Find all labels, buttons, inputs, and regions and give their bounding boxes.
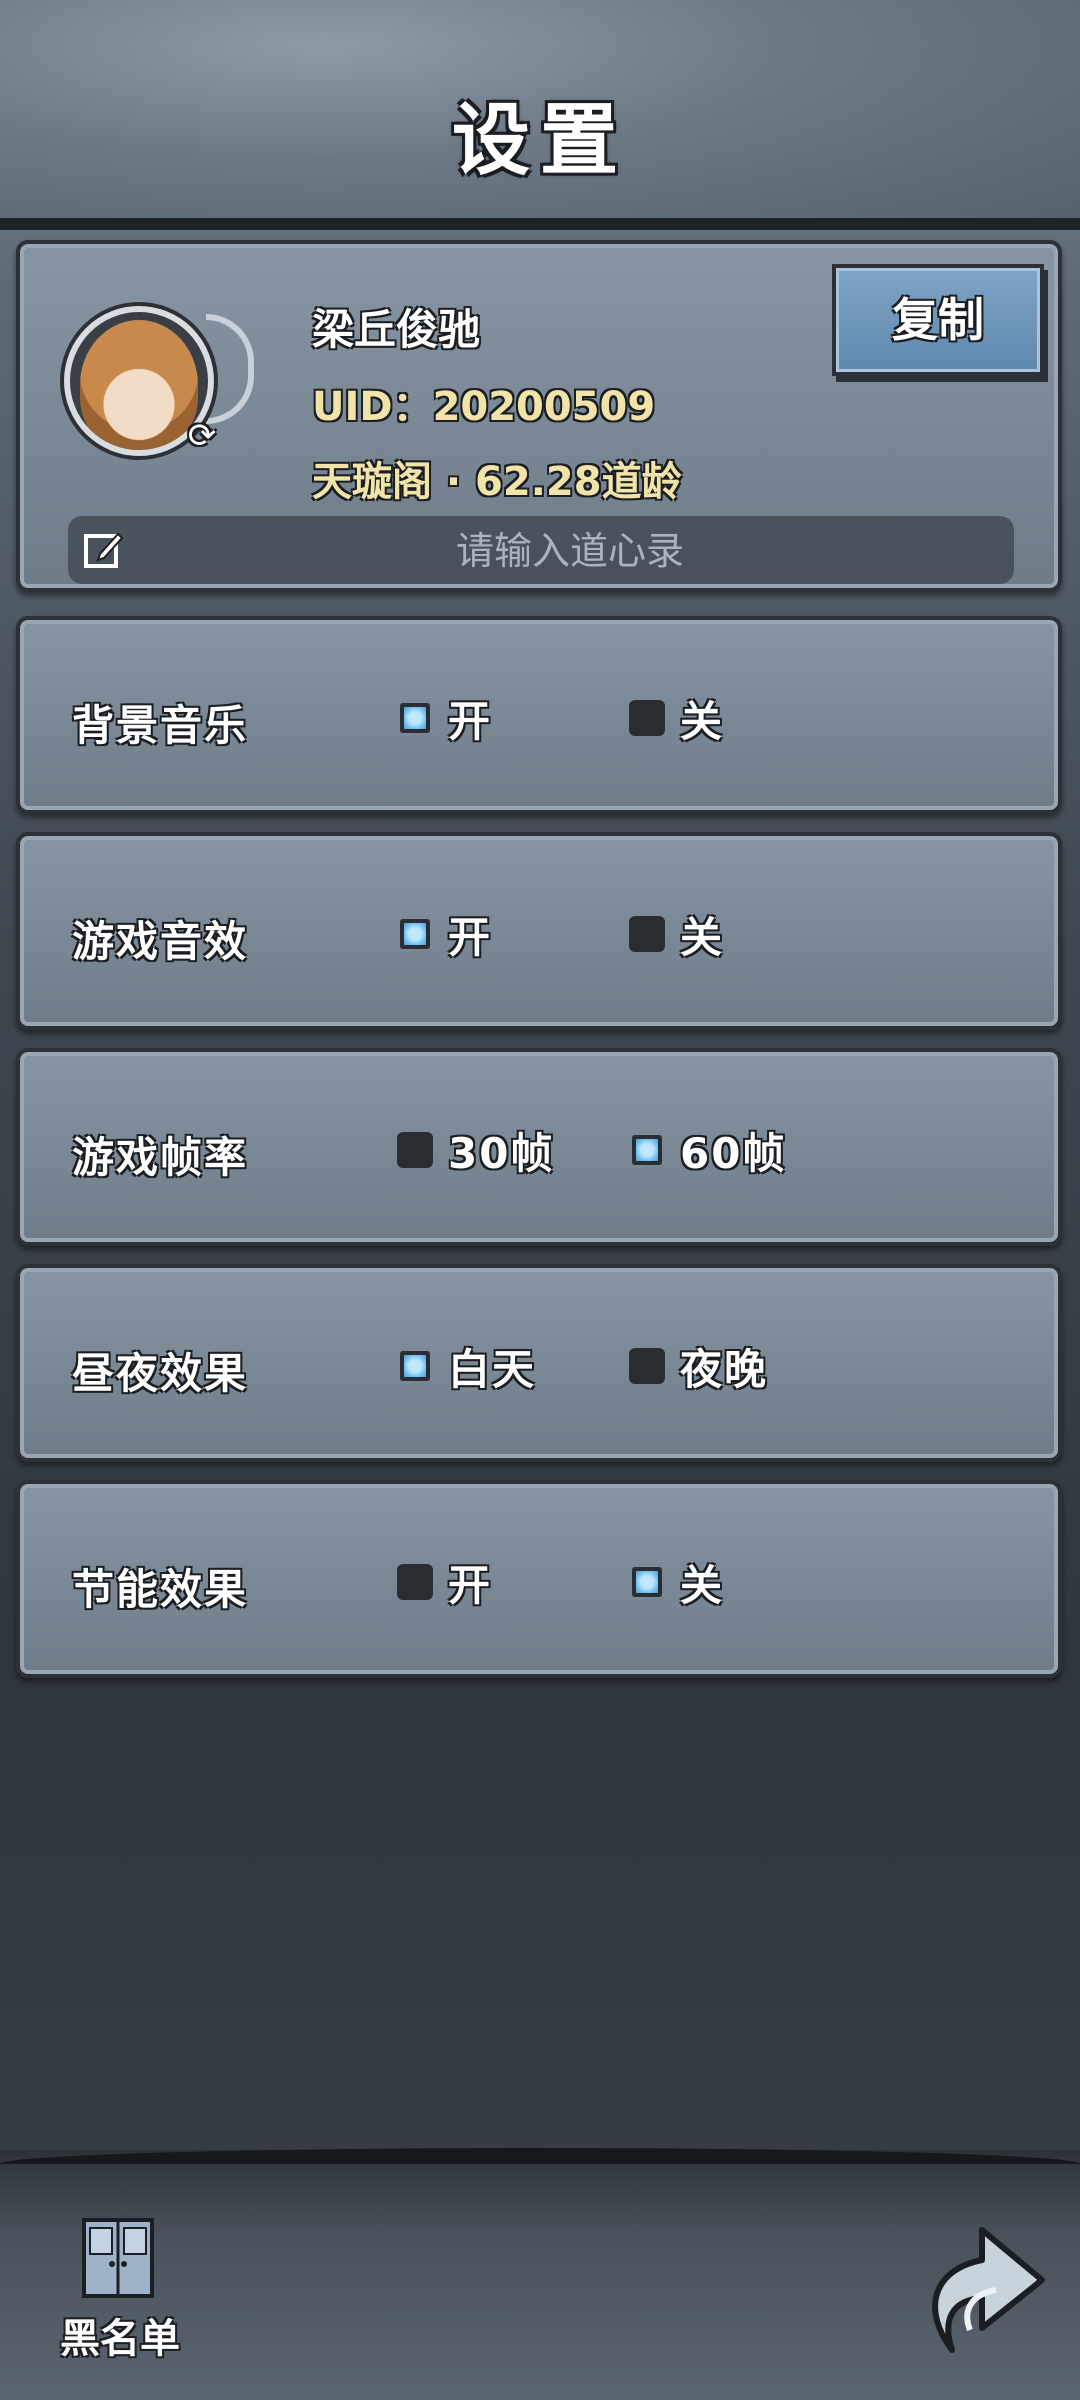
- checkbox-icon[interactable]: [400, 1567, 430, 1597]
- setting-label: 背景音乐: [72, 701, 249, 750]
- back-arrow-icon[interactable]: [912, 2210, 1052, 2360]
- player-sect-age: 天璇阁 · 62.28道龄: [312, 459, 682, 505]
- option-label: 关: [680, 1560, 725, 1610]
- bgm-option-on[interactable]: 开: [400, 686, 492, 750]
- powersave-option-on[interactable]: 开: [400, 1550, 492, 1614]
- checkbox-icon[interactable]: [632, 1351, 662, 1381]
- blacklist-button[interactable]: 黑名单: [40, 2210, 200, 2362]
- option-label: 30帧: [448, 1128, 555, 1178]
- blacklist-label: 黑名单: [60, 2316, 180, 2362]
- player-nickname: 梁丘俊驰: [312, 305, 481, 354]
- option-label: 夜晚: [680, 1344, 769, 1394]
- sfx-option-off[interactable]: 关: [632, 902, 724, 966]
- door-icon: [82, 2218, 154, 2298]
- profile-panel: ⟳ 梁丘俊驰 UID：20200509 天璇阁 · 62.28道龄 复制: [16, 240, 1062, 592]
- option-label: 关: [680, 696, 725, 746]
- daynight-option-day[interactable]: 白天: [400, 1334, 536, 1398]
- framerate-option-30[interactable]: 30帧: [400, 1118, 554, 1182]
- setting-row-framerate: 游戏帧率 30帧 60帧: [16, 1048, 1062, 1246]
- option-label: 60帧: [680, 1128, 787, 1178]
- framerate-option-60[interactable]: 60帧: [632, 1118, 786, 1182]
- player-uid: UID：20200509: [312, 384, 656, 430]
- setting-label: 游戏帧率: [72, 1133, 249, 1182]
- setting-label: 昼夜效果: [72, 1349, 249, 1398]
- motto-input[interactable]: [138, 516, 1002, 586]
- powersave-option-off[interactable]: 关: [632, 1550, 724, 1614]
- checkbox-icon[interactable]: [400, 1135, 430, 1165]
- option-label: 开: [448, 696, 493, 746]
- checkbox-icon[interactable]: [632, 703, 662, 733]
- edit-icon[interactable]: [82, 528, 126, 572]
- checkbox-icon[interactable]: [400, 1351, 430, 1381]
- copy-button[interactable]: 复制: [832, 264, 1044, 376]
- header-divider: [0, 218, 1080, 230]
- setting-row-bgm: 背景音乐 开 关: [16, 616, 1062, 814]
- option-label: 开: [448, 912, 493, 962]
- checkbox-icon[interactable]: [632, 1135, 662, 1165]
- bgm-option-off[interactable]: 关: [632, 686, 724, 750]
- daynight-option-night[interactable]: 夜晚: [632, 1334, 768, 1398]
- option-label: 开: [448, 1560, 493, 1610]
- setting-label: 节能效果: [72, 1565, 249, 1614]
- sfx-option-on[interactable]: 开: [400, 902, 492, 966]
- motto-field: [68, 516, 1014, 586]
- option-label: 关: [680, 912, 725, 962]
- checkbox-icon[interactable]: [400, 919, 430, 949]
- setting-row-daynight: 昼夜效果 白天 夜晚: [16, 1264, 1062, 1462]
- refresh-icon[interactable]: ⟳: [182, 416, 222, 456]
- character-avatar-icon: [80, 320, 198, 450]
- page-title: 设置: [451, 96, 628, 186]
- checkbox-icon[interactable]: [400, 703, 430, 733]
- checkbox-icon[interactable]: [632, 919, 662, 949]
- setting-row-sfx: 游戏音效 开 关: [16, 832, 1062, 1030]
- setting-row-powersave: 节能效果 开 关: [16, 1480, 1062, 1678]
- option-label: 白天: [448, 1344, 537, 1394]
- checkbox-icon[interactable]: [632, 1567, 662, 1597]
- setting-label: 游戏音效: [72, 917, 249, 966]
